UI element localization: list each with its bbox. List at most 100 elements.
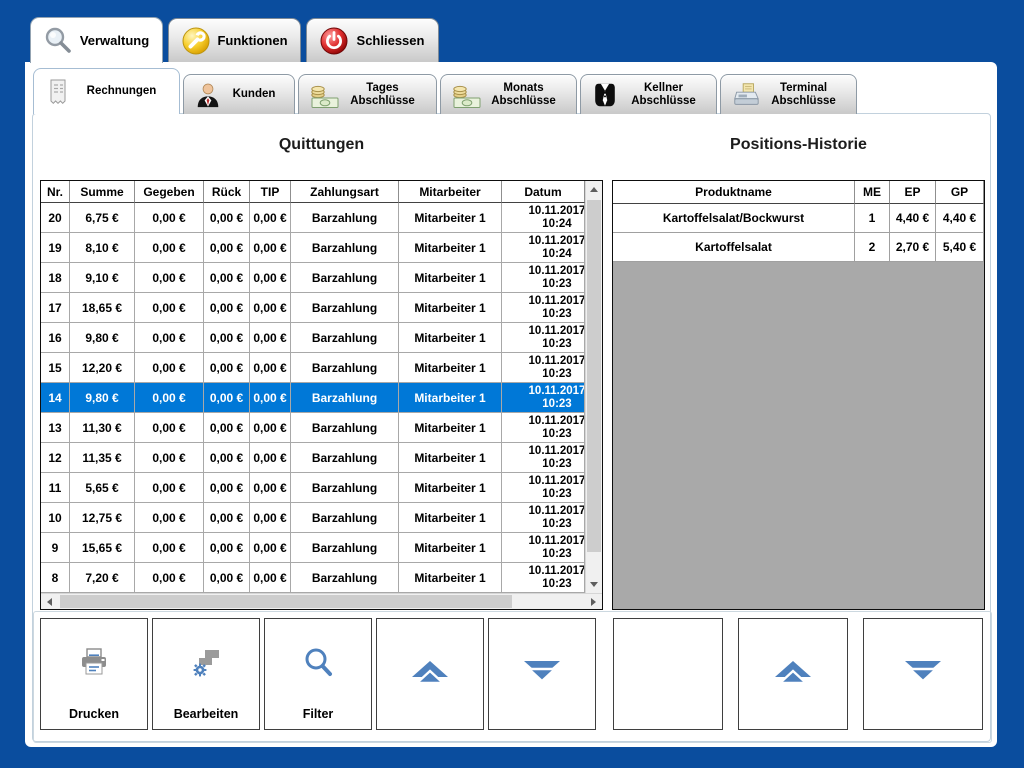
vertical-scroll-thumb[interactable] — [587, 200, 601, 552]
table-cell: 0,00 € — [135, 203, 204, 233]
scroll-right-arrow[interactable] — [585, 594, 602, 609]
table-row[interactable]: 189,10 €0,00 €0,00 €0,00 €BarzahlungMita… — [41, 263, 585, 293]
sub-tab-kunden[interactable]: Kunden — [183, 74, 295, 114]
table-cell: 20 — [41, 203, 70, 233]
table-cell-datum: 10.11.201710:23 — [502, 473, 585, 503]
table-cell: Barzahlung — [291, 263, 399, 293]
table-cell: 4,40 € — [890, 204, 936, 233]
table-cell: 0,00 € — [204, 563, 250, 593]
sub-tab-label: TerminalAbschlüsse — [759, 82, 856, 108]
table-cell: 18 — [41, 263, 70, 293]
vertical-scrollbar[interactable] — [585, 181, 602, 593]
sub-tab-terminal-abschluesse[interactable]: TerminalAbschlüsse — [720, 74, 857, 114]
table-cell: Barzahlung — [291, 323, 399, 353]
table-row[interactable]: 1012,75 €0,00 €0,00 €0,00 €BarzahlungMit… — [41, 503, 585, 533]
table-cell: 0,00 € — [204, 203, 250, 233]
table-cell: Barzahlung — [291, 293, 399, 323]
table-cell: Mitarbeiter 1 — [399, 533, 502, 563]
sub-tab-kellner-abschluesse[interactable]: KellnerAbschlüsse — [580, 74, 717, 114]
table-cell: 4,40 € — [936, 204, 984, 233]
table-row[interactable]: Kartoffelsalat22,70 €5,40 € — [613, 233, 984, 262]
table-row[interactable]: 149,80 €0,00 €0,00 €0,00 €BarzahlungMita… — [41, 383, 585, 413]
table-row[interactable]: 1211,35 €0,00 €0,00 €0,00 €BarzahlungMit… — [41, 443, 585, 473]
column-header: Summe — [70, 181, 135, 203]
chevrons-up-icon — [410, 660, 450, 688]
table-cell: Barzahlung — [291, 563, 399, 593]
table-cell: 0,00 € — [135, 383, 204, 413]
positions-title: Positions-Historie — [612, 136, 985, 154]
datum-value: 10.11.201710:23 — [502, 445, 585, 471]
table-cell: 0,00 € — [135, 233, 204, 263]
sub-tab-label: Rechnungen — [72, 85, 179, 98]
positions-page-down-button[interactable] — [863, 618, 983, 730]
table-cell-datum: 10.11.201710:23 — [502, 293, 585, 323]
top-tab-schliessen[interactable]: Schliessen — [306, 18, 439, 62]
table-row[interactable]: 169,80 €0,00 €0,00 €0,00 €BarzahlungMita… — [41, 323, 585, 353]
column-header: Zahlungsart — [291, 181, 399, 203]
datum-value: 10.11.201710:23 — [502, 295, 585, 321]
sub-tab-rechnungen[interactable]: Rechnungen — [33, 68, 180, 114]
table-cell: 9,80 € — [70, 323, 135, 353]
table-cell: 7,20 € — [70, 563, 135, 593]
scroll-left-arrow[interactable] — [41, 594, 58, 609]
table-row[interactable]: 1718,65 €0,00 €0,00 €0,00 €BarzahlungMit… — [41, 293, 585, 323]
main-panel: Rechnungen KundenTagesAbschlüsseMonatsAbs… — [25, 62, 997, 747]
table-row[interactable]: 915,65 €0,00 €0,00 €0,00 €BarzahlungMita… — [41, 533, 585, 563]
table-row[interactable]: 87,20 €0,00 €0,00 €0,00 €BarzahlungMitar… — [41, 563, 585, 593]
table-row[interactable]: 1311,30 €0,00 €0,00 €0,00 €BarzahlungMit… — [41, 413, 585, 443]
horizontal-scrollbar[interactable] — [41, 593, 602, 609]
chevrons-up-icon — [773, 660, 813, 688]
scroll-up-arrow[interactable] — [586, 181, 602, 198]
application-window: { "colors": { "background": "#0a4d9e", "… — [0, 0, 1024, 768]
page-down-button[interactable] — [488, 618, 596, 730]
horizontal-scroll-track[interactable] — [58, 594, 585, 609]
table-row[interactable]: 1512,20 €0,00 €0,00 €0,00 €BarzahlungMit… — [41, 353, 585, 383]
sub-tab-tages-abschluesse[interactable]: TagesAbschlüsse — [298, 74, 437, 114]
bearbeiten-button[interactable]: Bearbeiten — [152, 618, 260, 730]
drucken-button[interactable]: Drucken — [40, 618, 148, 730]
filter-button[interactable]: Filter — [264, 618, 372, 730]
table-cell: 0,00 € — [250, 203, 291, 233]
table-cell-datum: 10.11.201710:23 — [502, 533, 585, 563]
table-cell: 0,00 € — [135, 413, 204, 443]
table-cell: 11,30 € — [70, 413, 135, 443]
vertical-scroll-track[interactable] — [586, 198, 602, 576]
positions-page-up-button[interactable] — [738, 618, 848, 730]
table-row[interactable]: 115,65 €0,00 €0,00 €0,00 €BarzahlungMita… — [41, 473, 585, 503]
table-row[interactable]: Kartoffelsalat/Bockwurst14,40 €4,40 € — [613, 204, 984, 233]
table-cell: 13 — [41, 413, 70, 443]
table-cell-datum: 10.11.201710:23 — [502, 413, 585, 443]
table-cell: 5,40 € — [936, 233, 984, 262]
receipts-header-row: Nr.SummeGegebenRückTIPZahlungsartMitarbe… — [41, 181, 585, 203]
table-cell: Mitarbeiter 1 — [399, 503, 502, 533]
table-cell: 0,00 € — [250, 533, 291, 563]
table-cell: 12 — [41, 443, 70, 473]
table-cell: Barzahlung — [291, 443, 399, 473]
table-cell: 0,00 € — [204, 443, 250, 473]
scroll-down-arrow[interactable] — [586, 576, 602, 593]
table-cell: 0,00 € — [250, 263, 291, 293]
table-cell: Mitarbeiter 1 — [399, 203, 502, 233]
table-row[interactable]: 206,75 €0,00 €0,00 €0,00 €BarzahlungMita… — [41, 203, 585, 233]
money-icon — [309, 81, 337, 109]
table-cell: 15 — [41, 353, 70, 383]
positions-empty-button[interactable] — [613, 618, 723, 730]
table-row[interactable]: 198,10 €0,00 €0,00 €0,00 €BarzahlungMita… — [41, 233, 585, 263]
table-cell: Mitarbeiter 1 — [399, 263, 502, 293]
table-cell: Mitarbeiter 1 — [399, 293, 502, 323]
table-cell-datum: 10.11.201710:23 — [502, 563, 585, 593]
table-cell: 12,75 € — [70, 503, 135, 533]
horizontal-scroll-thumb[interactable] — [60, 595, 512, 608]
sub-tab-monats-abschluesse[interactable]: MonatsAbschlüsse — [440, 74, 577, 114]
page-up-button[interactable] — [376, 618, 484, 730]
table-cell: Mitarbeiter 1 — [399, 383, 502, 413]
top-tab-funktionen[interactable]: Funktionen — [168, 18, 301, 62]
chevrons-down-icon — [903, 660, 943, 688]
top-tab-verwaltung[interactable]: Verwaltung — [30, 17, 163, 63]
table-cell: 0,00 € — [135, 473, 204, 503]
datum-value: 10.11.201710:24 — [502, 205, 585, 231]
table-cell: Kartoffelsalat/Bockwurst — [613, 204, 855, 233]
table-cell: 0,00 € — [250, 503, 291, 533]
table-cell: 2,70 € — [890, 233, 936, 262]
table-cell: 0,00 € — [204, 263, 250, 293]
